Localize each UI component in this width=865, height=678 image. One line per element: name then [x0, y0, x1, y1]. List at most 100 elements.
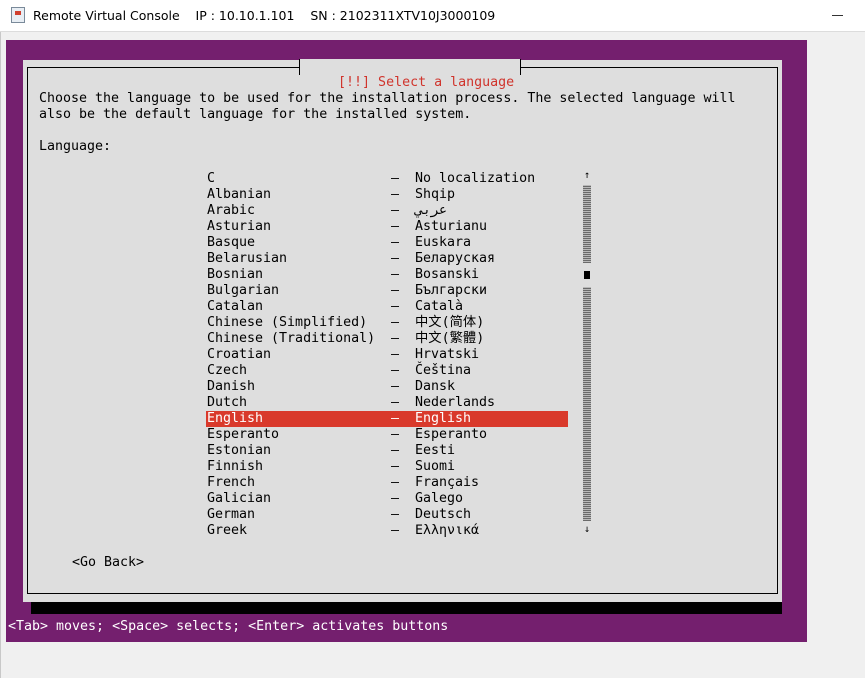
- separator-dash: –: [391, 491, 400, 506]
- select-language-dialog: [!!] Select a language Choose the langua…: [23, 59, 782, 602]
- language-native-name: 中文(简体): [415, 315, 485, 330]
- language-native-name: Esperanto: [415, 427, 488, 442]
- separator-dash: –: [391, 379, 400, 394]
- list-item[interactable]: Albanian – Shqip: [206, 187, 568, 203]
- list-item[interactable]: Bulgarian – Български: [206, 283, 568, 299]
- list-item[interactable]: German – Deutsch: [206, 507, 568, 523]
- separator-dash: –: [391, 171, 400, 186]
- separator-dash: –: [391, 251, 400, 266]
- language-name: Belarusian: [207, 251, 288, 266]
- language-native-name: No localization: [415, 171, 536, 186]
- separator-dash: –: [391, 363, 400, 378]
- separator-dash: –: [391, 475, 400, 490]
- language-native-name: English: [415, 411, 472, 426]
- window-right-blank: [807, 40, 865, 642]
- language-native-name: Deutsch: [415, 507, 472, 522]
- language-list[interactable]: C – No localization Albanian – Shqip Arabic – عر…: [206, 171, 568, 539]
- separator-dash: –: [391, 267, 400, 282]
- language-native-name: Asturianu: [415, 219, 488, 234]
- scrollbar-thumb[interactable]: [584, 271, 590, 279]
- language-name: English: [207, 411, 264, 426]
- separator-dash: –: [391, 315, 400, 330]
- separator-dash: –: [391, 395, 400, 410]
- separator-dash: –: [391, 523, 400, 538]
- go-back-button[interactable]: <Go Back>: [72, 555, 144, 571]
- language-name: Asturian: [207, 219, 272, 234]
- language-name: Arabic: [207, 203, 256, 218]
- language-name: Bosnian: [207, 267, 264, 282]
- language-name: Finnish: [207, 459, 264, 474]
- list-item[interactable]: Dutch – Nederlands: [206, 395, 568, 411]
- list-item[interactable]: Catalan – Català: [206, 299, 568, 315]
- language-name: Esperanto: [207, 427, 280, 442]
- language-native-name: Suomi: [415, 459, 456, 474]
- list-item[interactable]: Esperanto – Esperanto: [206, 427, 568, 443]
- language-native-name: Català: [415, 299, 464, 314]
- separator-dash: –: [391, 187, 400, 202]
- separator-dash: –: [391, 299, 400, 314]
- language-native-name: Eesti: [415, 443, 456, 458]
- language-native-name: عربي: [415, 203, 448, 218]
- separator-dash: –: [391, 331, 400, 346]
- separator-dash: –: [391, 411, 400, 426]
- scroll-up-arrow-icon[interactable]: ↑: [583, 170, 591, 181]
- language-native-name: Ελληνικά: [415, 523, 480, 538]
- list-item[interactable]: Galician – Galego: [206, 491, 568, 507]
- language-name: Estonian: [207, 443, 272, 458]
- minimize-button[interactable]: [826, 5, 850, 25]
- list-item[interactable]: Greek – Ελληνικά: [206, 523, 568, 539]
- language-name: Chinese (Simplified): [207, 315, 368, 330]
- language-name: German: [207, 507, 256, 522]
- list-item-selected[interactable]: English – English: [206, 411, 568, 427]
- separator-dash: –: [391, 219, 400, 234]
- list-item[interactable]: Chinese (Simplified) – 中文(简体): [206, 315, 568, 331]
- language-native-name: Shqip: [415, 187, 456, 202]
- list-item[interactable]: Czech – Čeština: [206, 363, 568, 379]
- language-name: Danish: [207, 379, 256, 394]
- language-name: Basque: [207, 235, 256, 250]
- dialog-title-box: [!!] Select a language: [299, 59, 522, 90]
- list-item[interactable]: Danish – Dansk: [206, 379, 568, 395]
- language-name: French: [207, 475, 256, 490]
- language-native-name: Hrvatski: [415, 347, 480, 362]
- status-bar: <Tab> moves; <Space> selects; <Enter> ac…: [6, 618, 807, 635]
- java-app-icon: [11, 7, 25, 23]
- list-item[interactable]: French – Français: [206, 475, 568, 491]
- language-name: Galician: [207, 491, 272, 506]
- window-bottom-blank: [6, 642, 865, 678]
- language-native-name: Nederlands: [415, 395, 496, 410]
- list-item[interactable]: Chinese (Traditional) – 中文(繁體): [206, 331, 568, 347]
- separator-dash: –: [391, 443, 400, 458]
- language-native-name: Български: [415, 283, 488, 298]
- list-item[interactable]: Croatian – Hrvatski: [206, 347, 568, 363]
- list-item[interactable]: Belarusian – Беларуская: [206, 251, 568, 267]
- status-bar-hint: <Tab> moves; <Space> selects; <Enter> ac…: [8, 619, 449, 634]
- window-title: Remote Virtual Console IP : 10.10.1.101 …: [33, 8, 496, 23]
- list-item[interactable]: Arabic – عربي: [206, 203, 568, 219]
- list-item[interactable]: C – No localization: [206, 171, 568, 187]
- language-native-name: Беларуская: [415, 251, 496, 266]
- language-name: Albanian: [207, 187, 272, 202]
- language-native-name: Dansk: [415, 379, 456, 394]
- scrollbar-track[interactable]: [583, 185, 591, 521]
- window-titlebar: Remote Virtual Console IP : 10.10.1.101 …: [0, 0, 865, 32]
- language-name: C: [207, 171, 216, 186]
- language-name: Greek: [207, 523, 248, 538]
- language-name: Dutch: [207, 395, 248, 410]
- list-item[interactable]: Asturian – Asturianu: [206, 219, 568, 235]
- list-item[interactable]: Finnish – Suomi: [206, 459, 568, 475]
- list-item[interactable]: Bosnian – Bosanski: [206, 267, 568, 283]
- language-native-name: 中文(繁體): [415, 331, 485, 346]
- list-item[interactable]: Estonian – Eesti: [206, 443, 568, 459]
- separator-dash: –: [391, 203, 400, 218]
- separator-dash: –: [391, 507, 400, 522]
- list-item[interactable]: Basque – Euskara: [206, 235, 568, 251]
- language-list-label: Language:: [39, 139, 112, 154]
- language-native-name: Bosanski: [415, 267, 480, 282]
- language-name: Catalan: [207, 299, 264, 314]
- language-native-name: Čeština: [415, 363, 472, 378]
- dialog-description: Choose the language to be used for the i…: [39, 91, 736, 122]
- scroll-down-arrow-icon[interactable]: ↓: [583, 524, 591, 535]
- language-name: Bulgarian: [207, 283, 280, 298]
- separator-dash: –: [391, 347, 400, 362]
